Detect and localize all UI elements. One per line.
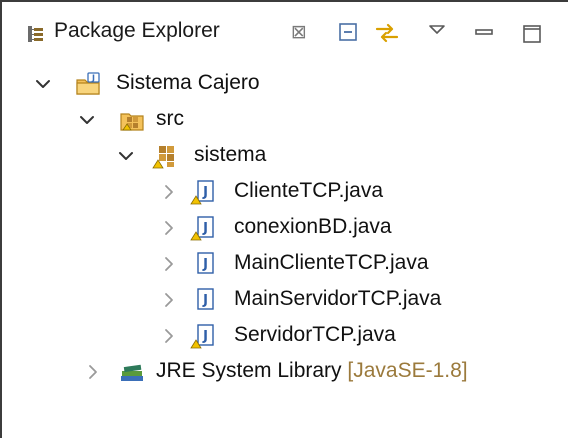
close-icon[interactable]: ⊠ <box>291 21 307 44</box>
tree-item-src[interactable]: src <box>2 102 568 138</box>
svg-text:J: J <box>202 329 208 344</box>
tab-package-explorer[interactable]: Package Explorer ⊠ <box>4 4 319 64</box>
chevron-right-icon[interactable] <box>82 361 104 383</box>
tree-item-label: ServidorTCP.java <box>234 323 396 346</box>
view-menu-icon[interactable] <box>422 18 452 48</box>
tree-item-file[interactable]: J conexionBD.java <box>2 210 568 246</box>
package-explorer-view: Package Explorer ⊠ J Sistema Cajero src … <box>0 0 569 438</box>
svg-text:J: J <box>202 185 208 200</box>
tree-item-file[interactable]: J ClienteTCP.java <box>2 174 568 210</box>
package-warning-icon <box>152 146 174 169</box>
svg-text:J: J <box>91 74 95 83</box>
tree-item-library[interactable]: JRE System Library [JavaSE-1.8] <box>2 354 568 390</box>
java-file-warning-icon: J <box>190 324 214 349</box>
java-file-icon: J <box>197 288 214 310</box>
library-decoration: [JavaSE-1.8] <box>347 359 468 382</box>
tree-item-label: ClienteTCP.java <box>234 179 384 202</box>
chevron-down-icon[interactable] <box>115 145 137 167</box>
chevron-right-icon[interactable] <box>158 253 180 275</box>
chevron-right-icon[interactable] <box>158 325 180 347</box>
view-title: Package Explorer <box>54 19 220 42</box>
package-explorer-icon <box>28 26 43 42</box>
chevron-right-icon[interactable] <box>158 217 180 239</box>
tree-item-label: Sistema Cajero <box>116 71 260 94</box>
java-project-icon: J <box>76 72 100 95</box>
java-file-warning-icon: J <box>190 216 214 241</box>
java-file-icon: J <box>197 252 214 274</box>
tree-item-file[interactable]: J MainClienteTCP.java <box>2 246 568 282</box>
tree-item-file[interactable]: J ServidorTCP.java <box>2 318 568 354</box>
library-name: JRE System Library <box>156 359 342 382</box>
svg-text:J: J <box>202 293 208 308</box>
view-tab-bar: Package Explorer ⊠ <box>4 4 569 64</box>
chevron-down-icon[interactable] <box>32 73 54 95</box>
java-file-warning-icon: J <box>190 180 214 205</box>
chevron-right-icon[interactable] <box>158 181 180 203</box>
link-with-editor-icon[interactable] <box>372 18 402 48</box>
chevron-down-icon[interactable] <box>76 109 98 131</box>
tree-item-package[interactable]: sistema <box>2 138 568 174</box>
minimize-icon[interactable] <box>470 18 500 48</box>
collapse-all-icon[interactable] <box>334 18 364 48</box>
tree-item-label: JRE System Library [JavaSE-1.8] <box>156 359 468 383</box>
chevron-right-icon[interactable] <box>158 289 180 311</box>
tree-item-label: conexionBD.java <box>234 215 392 238</box>
library-icon <box>121 364 143 381</box>
svg-text:J: J <box>202 257 208 272</box>
tree-item-label: MainClienteTCP.java <box>234 251 429 274</box>
maximize-icon[interactable] <box>518 18 548 48</box>
tree-item-label: sistema <box>194 143 267 166</box>
source-folder-icon <box>120 113 144 131</box>
tree-item-project[interactable]: J Sistema Cajero <box>2 66 568 102</box>
tree-item-label: MainServidorTCP.java <box>234 287 442 310</box>
tree-item-file[interactable]: J MainServidorTCP.java <box>2 282 568 318</box>
tree-item-label: src <box>156 107 184 130</box>
svg-text:J: J <box>202 221 208 236</box>
